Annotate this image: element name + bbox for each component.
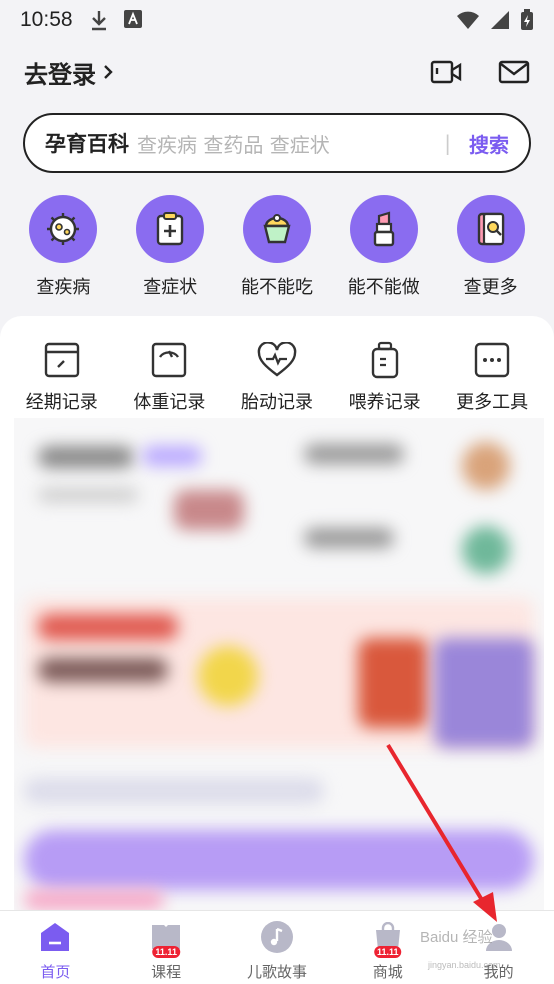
- tool-weight-record[interactable]: 体重记录: [117, 340, 221, 414]
- blurred-block: [24, 890, 164, 910]
- quick-item-check-symptom[interactable]: 查症状: [120, 195, 220, 299]
- search-button[interactable]: 搜索: [469, 129, 509, 158]
- blurred-block: [462, 442, 510, 490]
- search-bar[interactable]: 孕育百科 查疾病 查药品 查症状 | 搜索: [23, 113, 531, 173]
- music-note-icon: [259, 919, 295, 955]
- blurred-block: [304, 528, 394, 548]
- quick-item-check-disease[interactable]: 查疾病: [13, 195, 113, 299]
- course-book-icon: 11.11: [148, 919, 184, 958]
- blurred-block: [38, 658, 168, 682]
- tool-label: 喂养记录: [348, 392, 421, 413]
- quick-item-can-eat[interactable]: 能不能吃: [227, 195, 327, 299]
- bottom-tab-bar: 首页 11.11 课程 儿歌故事 11.11 商城 我的: [0, 910, 554, 984]
- cupcake-icon: [242, 195, 311, 263]
- book-search-icon: [456, 195, 525, 263]
- top-bar: 去登录: [0, 50, 554, 94]
- tool-label: 更多工具: [456, 392, 529, 413]
- blurred-block: [142, 446, 202, 466]
- quick-item-label: 能不能做: [347, 277, 420, 298]
- chevron-right-icon: [104, 65, 113, 79]
- blurred-block: [38, 446, 134, 468]
- tool-period-record[interactable]: 经期记录: [10, 340, 114, 414]
- status-bar: 10:58: [0, 0, 554, 40]
- login-label: 去登录: [24, 60, 96, 89]
- blurred-block: [304, 444, 404, 464]
- tab-home[interactable]: 首页: [10, 919, 100, 982]
- signal-icon: [491, 11, 509, 29]
- blurred-block: [462, 526, 510, 574]
- blurred-block: [174, 490, 244, 530]
- tool-label: 胎动记录: [240, 392, 313, 413]
- baidu-watermark: Baidu 经验: [420, 929, 493, 946]
- blurred-block: [198, 646, 258, 706]
- quick-item-label: 查症状: [143, 277, 198, 298]
- promo-badge: 11.11: [374, 946, 402, 958]
- login-link[interactable]: 去登录: [24, 55, 114, 90]
- tool-feeding-record[interactable]: 喂养记录: [333, 340, 437, 414]
- quick-actions: 查疾病 查症状 能不能吃 能不能做 查更多: [0, 195, 554, 299]
- status-time: 10:58: [20, 8, 73, 31]
- tool-more-tools[interactable]: 更多工具: [440, 340, 544, 414]
- tool-label: 体重记录: [133, 392, 206, 413]
- virus-icon: [29, 195, 98, 263]
- tab-course[interactable]: 11.11 课程: [121, 919, 211, 982]
- status-notification-icons: [89, 9, 143, 31]
- tab-label: 课程: [151, 963, 182, 981]
- heartbeat-icon: [257, 340, 297, 380]
- more-dots-icon: [472, 340, 512, 380]
- wifi-icon: [457, 11, 479, 29]
- tools-row: 经期记录 体重记录 胎动记录 喂养记录 更多工具: [0, 316, 554, 414]
- blurred-content: [14, 418, 544, 910]
- blurred-block: [24, 830, 534, 890]
- quick-item-more[interactable]: 查更多: [441, 195, 541, 299]
- blurred-block: [38, 488, 138, 502]
- quick-item-label: 查更多: [463, 277, 518, 298]
- scale-icon: [149, 340, 189, 380]
- blurred-block: [24, 778, 324, 804]
- quick-item-label: 查疾病: [36, 277, 91, 298]
- tab-label: 儿歌故事: [246, 963, 307, 981]
- blurred-block: [358, 638, 428, 728]
- tab-label: 首页: [40, 963, 71, 981]
- tab-songs-stories[interactable]: 儿歌故事: [232, 919, 322, 982]
- quick-item-label: 能不能吃: [240, 277, 313, 298]
- battery-icon: [521, 9, 533, 30]
- calendar-pencil-icon: [42, 340, 82, 380]
- lipstick-icon: [349, 195, 418, 263]
- download-icon: [91, 11, 106, 31]
- clipboard-cross-icon: [136, 195, 205, 263]
- quick-item-can-do[interactable]: 能不能做: [334, 195, 434, 299]
- video-icon[interactable]: [430, 59, 462, 85]
- search-placeholder: 查疾病 查药品 查症状: [137, 132, 330, 157]
- search-brand: 孕育百科: [45, 132, 129, 156]
- tool-fetal-movement-record[interactable]: 胎动记录: [225, 340, 329, 414]
- baidu-watermark-url: jingyan.baidu.com: [428, 960, 501, 970]
- mail-icon[interactable]: [498, 59, 530, 85]
- home-icon: [37, 919, 73, 955]
- tool-label: 经期记录: [25, 392, 98, 413]
- tab-label: 商城: [372, 963, 403, 981]
- baby-bottle-icon: [365, 340, 405, 380]
- blurred-block: [434, 638, 534, 748]
- promo-badge: 11.11: [152, 946, 180, 958]
- blurred-block: [38, 614, 178, 640]
- app-a-icon: [123, 10, 142, 28]
- search-divider: |: [444, 131, 451, 155]
- shopping-bag-icon: 11.11: [370, 919, 406, 958]
